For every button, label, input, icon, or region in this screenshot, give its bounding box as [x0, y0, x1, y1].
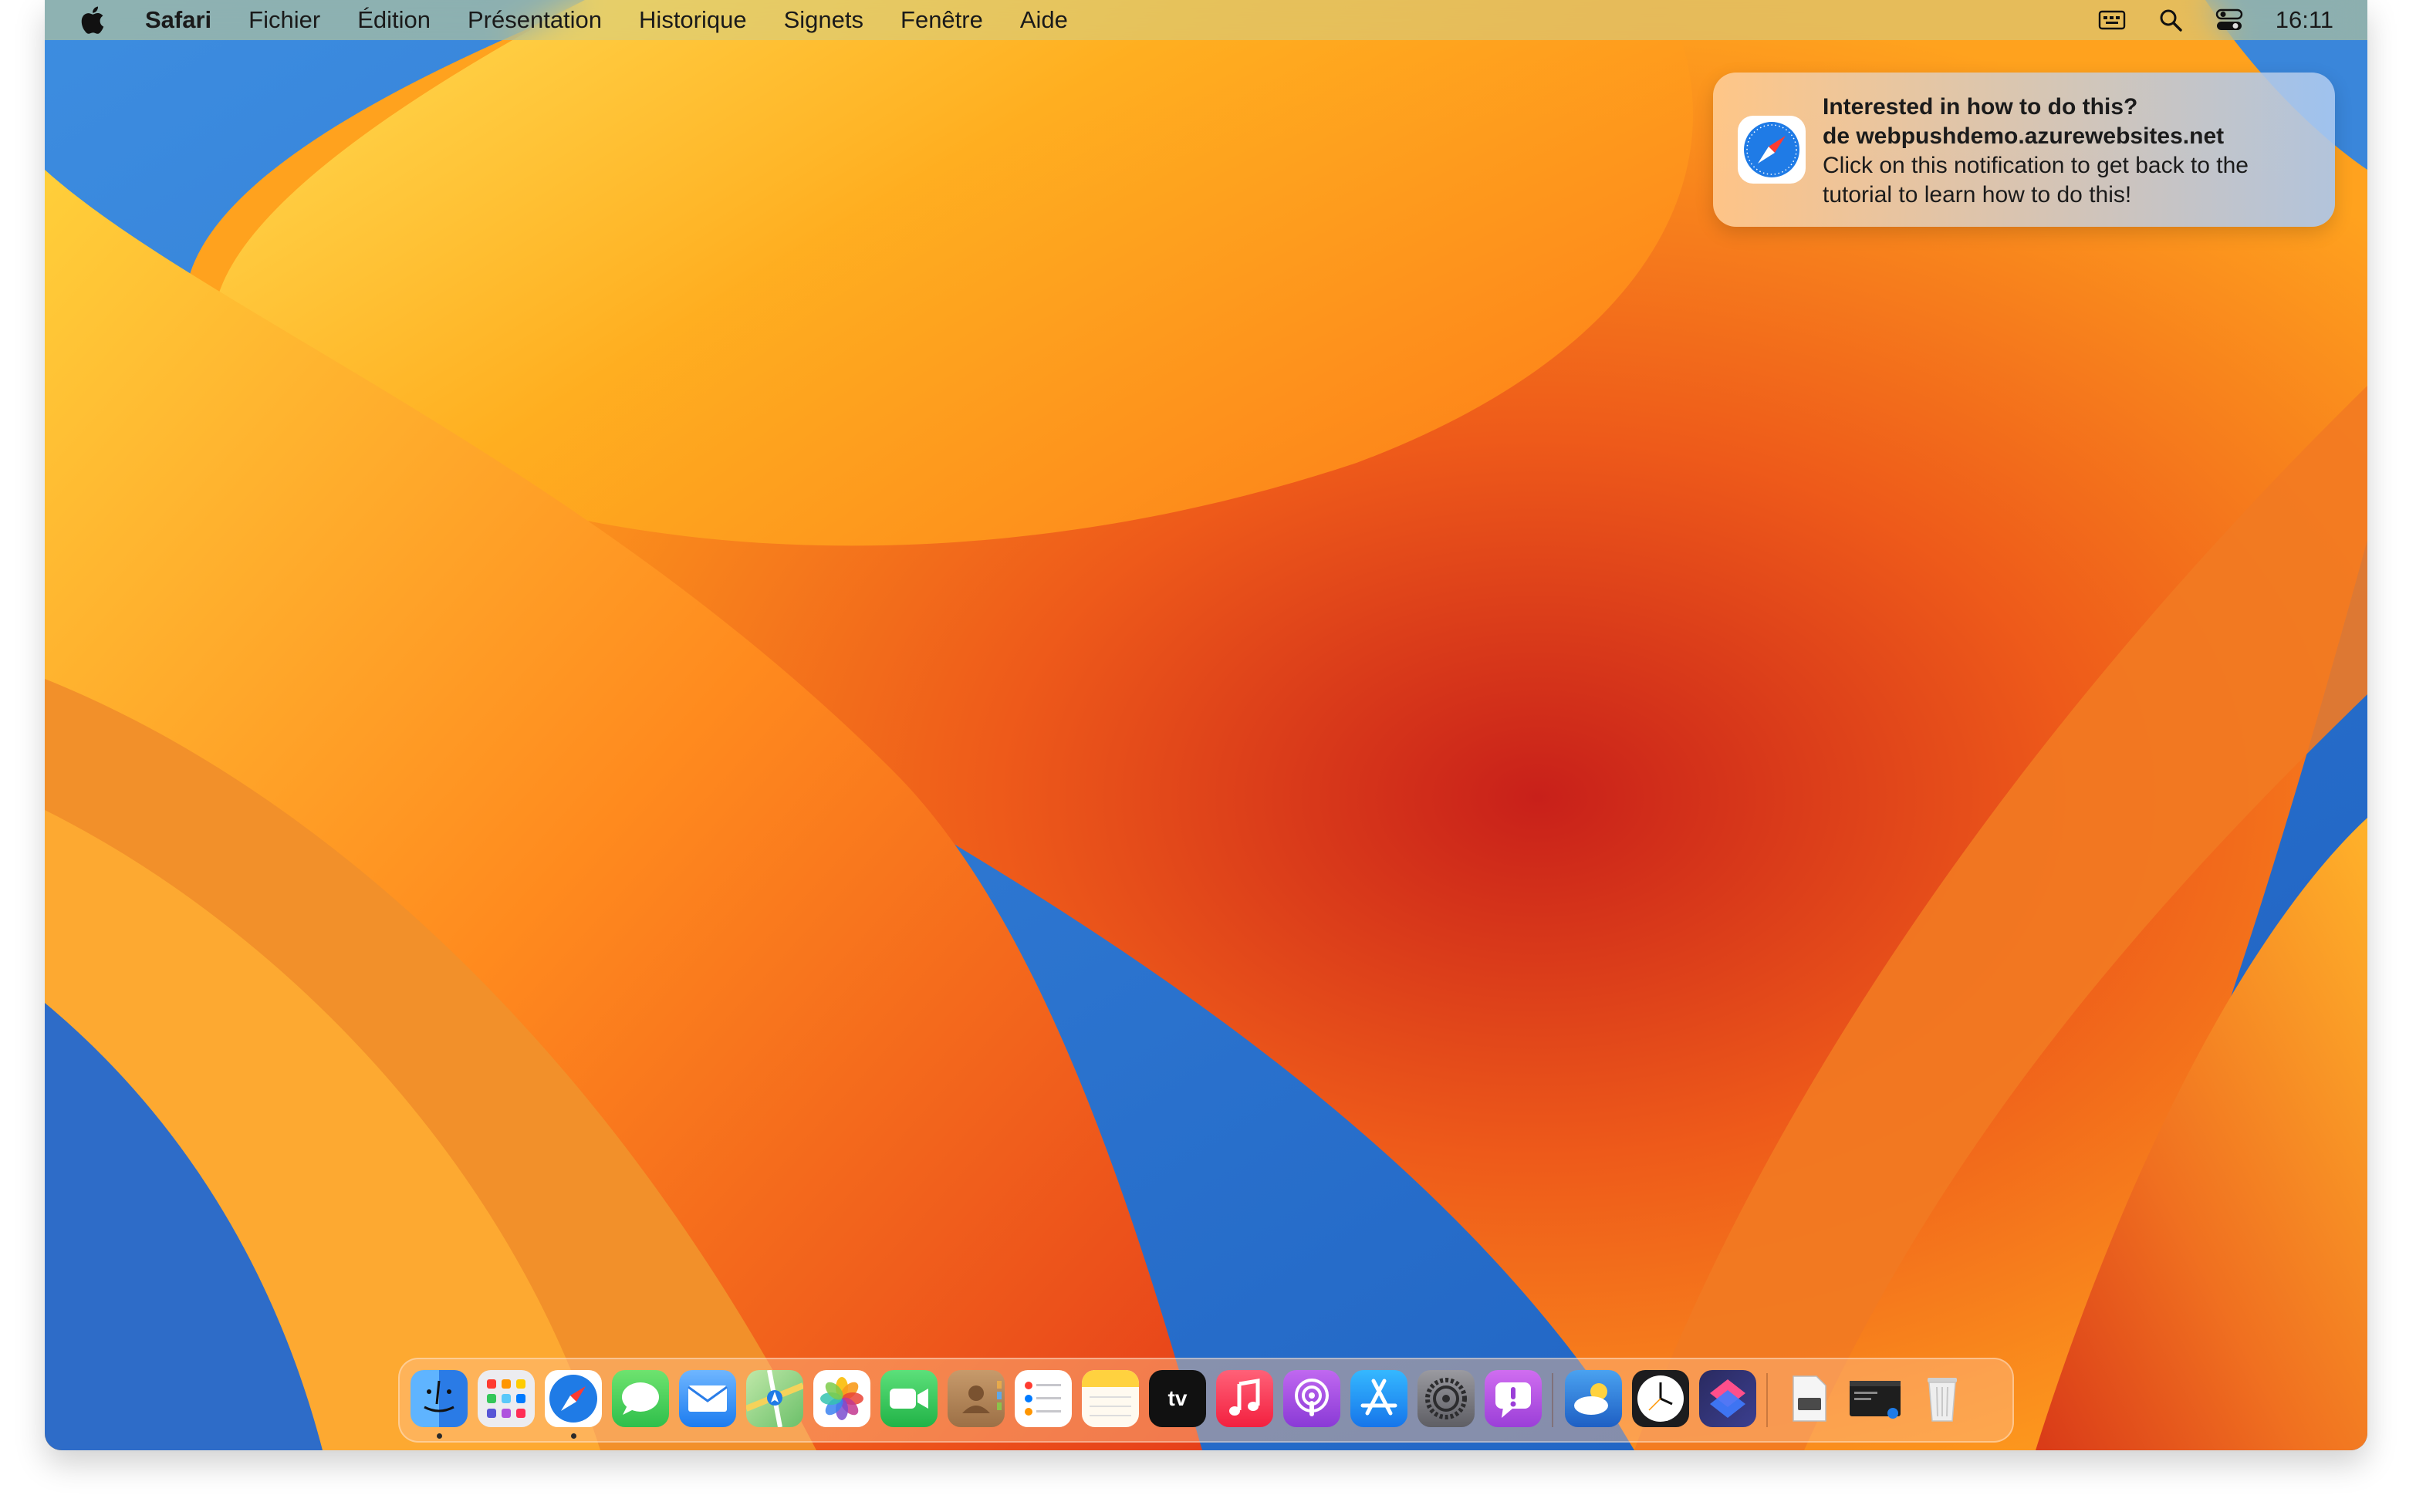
input-menu-icon[interactable] — [2097, 5, 2127, 35]
messages-icon[interactable] — [612, 1370, 669, 1427]
web-push-notification[interactable]: Interested in how to do this? de webpush… — [1713, 73, 2335, 227]
menu-fenetre[interactable]: Fenêtre — [882, 0, 1002, 40]
clock-icon[interactable] — [1632, 1370, 1689, 1427]
trash-icon[interactable] — [1914, 1370, 1971, 1427]
document-icon[interactable] — [1779, 1370, 1836, 1427]
notes-icon[interactable] — [1082, 1370, 1139, 1427]
photos-icon[interactable] — [813, 1370, 870, 1427]
podcasts-icon[interactable] — [1283, 1370, 1340, 1427]
spotlight-search-icon[interactable] — [2155, 5, 2186, 35]
system-settings-icon[interactable] — [1417, 1370, 1475, 1427]
menu-signets[interactable]: Signets — [765, 0, 882, 40]
notification-body-line-1: Click on this notification to get back t… — [1823, 153, 2249, 178]
facetime-icon[interactable] — [880, 1370, 938, 1427]
screenshot-window-icon[interactable] — [1847, 1370, 1904, 1427]
weather-icon[interactable] — [1565, 1370, 1622, 1427]
menu-historique[interactable]: Historique — [620, 0, 765, 40]
notification-title: Interested in how to do this? — [1823, 94, 2138, 120]
apple-menu-icon[interactable] — [76, 3, 110, 37]
desktop: Safari Fichier Édition Présentation Hist… — [45, 0, 2367, 1450]
feedback-assistant-icon[interactable] — [1485, 1370, 1542, 1427]
control-center-icon[interactable] — [2214, 5, 2245, 35]
launchpad-icon[interactable] — [478, 1370, 535, 1427]
dock-separator-2 — [1766, 1373, 1768, 1427]
dock: tv — [398, 1358, 2014, 1443]
finder-running-indicator — [437, 1433, 442, 1439]
mail-icon[interactable] — [679, 1370, 736, 1427]
maps-icon[interactable] — [746, 1370, 803, 1427]
app-store-icon[interactable] — [1350, 1370, 1407, 1427]
notification-source: de webpushdemo.azurewebsites.net — [1823, 123, 2225, 149]
safari-compass-icon — [1738, 116, 1806, 184]
shortcuts-icon[interactable] — [1699, 1370, 1756, 1427]
menu-fichier[interactable]: Fichier — [230, 0, 339, 40]
menu-bar: Safari Fichier Édition Présentation Hist… — [45, 0, 2367, 40]
apple-tv-icon[interactable]: tv — [1149, 1370, 1206, 1427]
dock-separator-1 — [1552, 1373, 1553, 1427]
menu-bar-clock[interactable]: 16:11 — [2276, 6, 2333, 34]
safari-icon[interactable] — [545, 1370, 602, 1427]
notification-body-line-2: tutorial to learn how to do this! — [1823, 182, 2132, 208]
menu-app-name[interactable]: Safari — [140, 0, 230, 40]
menu-presentation[interactable]: Présentation — [449, 0, 620, 40]
music-icon[interactable] — [1216, 1370, 1273, 1427]
reminders-icon[interactable] — [1015, 1370, 1072, 1427]
contacts-icon[interactable] — [948, 1370, 1005, 1427]
menu-edition[interactable]: Édition — [339, 0, 449, 40]
finder-icon[interactable] — [411, 1370, 468, 1427]
safari-running-indicator — [571, 1433, 576, 1439]
menu-aide[interactable]: Aide — [1002, 0, 1086, 40]
